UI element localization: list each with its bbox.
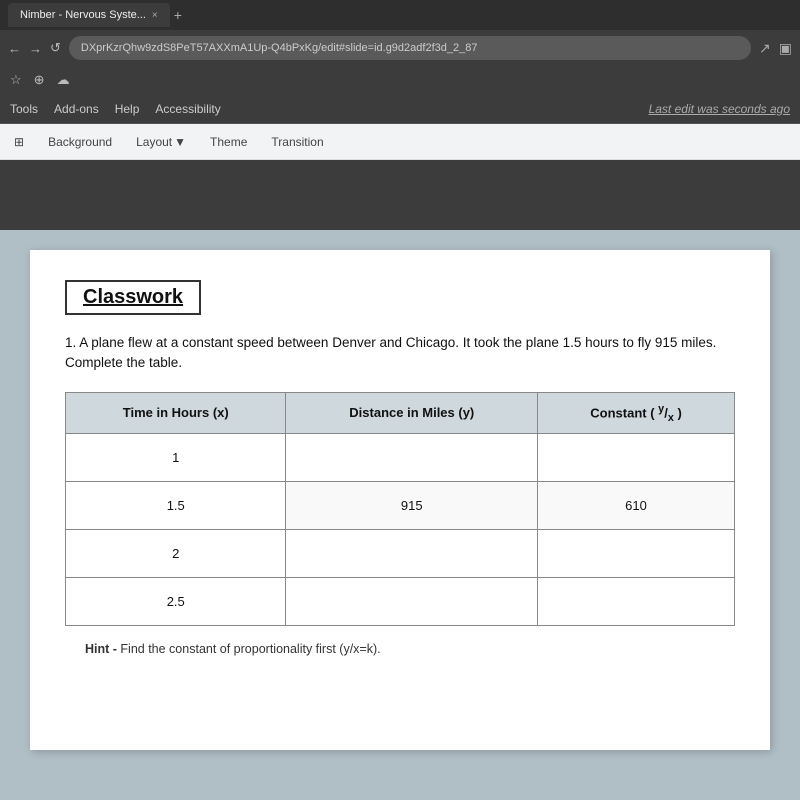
browser-tab[interactable]: Nimber - Nervous Syste... × — [8, 3, 170, 27]
time-cell-3: 2 — [66, 530, 286, 578]
trend-icon: ↗ — [759, 40, 771, 57]
hint-label: Hint - — [85, 642, 117, 656]
back-icon[interactable]: ← — [8, 41, 21, 56]
browser-chrome: Nimber - Nervous Syste... × + ← → ↺ ↗ ▣ … — [0, 0, 800, 230]
slide: Classwork 1. A plane flew at a constant … — [30, 250, 770, 750]
menu-help[interactable]: Help — [115, 102, 140, 116]
new-tab-icon[interactable]: + — [174, 7, 182, 23]
time-cell-4: 2.5 — [66, 578, 286, 626]
hint-body: Find the constant of proportionality fir… — [120, 642, 380, 656]
insert-icon[interactable]: ⊞ — [8, 133, 30, 151]
theme-button[interactable]: Theme — [204, 133, 253, 151]
last-edit-label: Last edit was seconds ago — [649, 102, 790, 116]
menu-addons[interactable]: Add-ons — [54, 102, 99, 116]
problem-text: 1. A plane flew at a constant speed betw… — [65, 333, 735, 374]
cloud-icon[interactable]: ☁ — [57, 72, 70, 88]
tab-close-icon[interactable]: × — [152, 10, 158, 21]
distance-cell-3 — [286, 530, 538, 578]
distance-cell-1 — [286, 434, 538, 482]
menu-tools[interactable]: Tools — [10, 102, 38, 116]
url-bar: ← → ↺ ↗ ▣ — [0, 30, 800, 66]
time-cell-1: 1 — [66, 434, 286, 482]
constant-cell-4 — [538, 578, 735, 626]
col-header-time: Time in Hours (x) — [66, 392, 286, 434]
menu-accessibility[interactable]: Accessibility — [155, 102, 220, 116]
layout-label: Layout — [136, 135, 172, 149]
col-header-distance: Distance in Miles (y) — [286, 392, 538, 434]
tab-label: Nimber - Nervous Syste... — [20, 9, 146, 21]
layout-button[interactable]: Layout ▼ — [130, 133, 192, 151]
menu-bar: Tools Add-ons Help Accessibility Last ed… — [0, 94, 800, 124]
square-icon: ▣ — [779, 40, 792, 57]
distance-cell-4 — [286, 578, 538, 626]
hint-text: Hint - Find the constant of proportional… — [65, 642, 735, 656]
classwork-heading: Classwork — [83, 286, 183, 309]
data-table: Time in Hours (x) Distance in Miles (y) … — [65, 392, 735, 627]
layout-arrow-icon: ▼ — [174, 135, 186, 149]
slides-toolbar: ⊞ Background Layout ▼ Theme Transition — [0, 124, 800, 160]
main-content: Classwork 1. A plane flew at a constant … — [0, 230, 800, 800]
reload-icon[interactable]: ↺ — [50, 40, 61, 56]
star-icon[interactable]: ☆ — [10, 72, 22, 88]
table-row: 2.5 — [66, 578, 735, 626]
constant-cell-2: 610 — [538, 482, 735, 530]
table-row: 1 — [66, 434, 735, 482]
distance-cell-2: 915 — [286, 482, 538, 530]
forward-icon[interactable]: → — [29, 41, 42, 56]
table-row: 2 — [66, 530, 735, 578]
constant-cell-1 — [538, 434, 735, 482]
constant-cell-3 — [538, 530, 735, 578]
col-header-constant: Constant ( y/x ) — [538, 392, 735, 434]
tab-bar: Nimber - Nervous Syste... × + — [0, 0, 800, 30]
background-button[interactable]: Background — [42, 133, 118, 151]
toolbar-icons-row: ☆ ⊕ ☁ — [0, 66, 800, 94]
classwork-title-box: Classwork — [65, 280, 201, 315]
transition-button[interactable]: Transition — [265, 133, 329, 151]
table-row: 1.5 915 610 — [66, 482, 735, 530]
url-input[interactable] — [69, 36, 751, 60]
new-tab-plus-icon[interactable]: ⊕ — [34, 72, 45, 88]
time-cell-2: 1.5 — [66, 482, 286, 530]
